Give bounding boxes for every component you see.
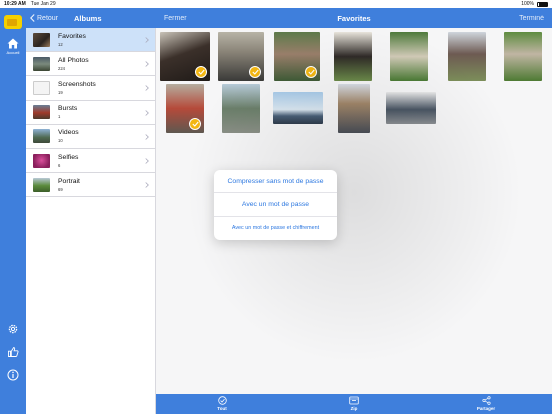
album-name: All Photos <box>58 56 89 64</box>
albums-header: Retour Albums <box>26 8 156 28</box>
compress-with-password-encryption-option[interactable]: Avec un mot de passe et chiffrement <box>214 217 337 240</box>
album-thumbnail <box>33 56 50 71</box>
share-icon <box>481 396 491 405</box>
chevron-right-icon <box>145 61 149 67</box>
album-name: Videos <box>58 129 79 137</box>
selected-check-icon <box>189 118 201 130</box>
album-count: 6 <box>58 162 61 168</box>
album-name: Selfies <box>58 153 79 161</box>
status-battery-percent: 100% <box>521 1 534 7</box>
thumbs-up-icon <box>8 347 19 357</box>
app-logo-icon <box>4 15 22 29</box>
back-button[interactable]: Retour <box>30 14 58 22</box>
status-time: 10:29 AM <box>4 1 26 7</box>
home-icon <box>7 38 19 49</box>
info-icon <box>7 369 19 381</box>
album-count: 224 <box>58 65 65 71</box>
compress-with-password-option[interactable]: Avec un mot de passe <box>214 193 337 217</box>
album-row-favorites[interactable]: Favorites 12 <box>26 28 155 53</box>
album-thumbnail <box>33 129 50 144</box>
back-label: Retour <box>37 14 59 22</box>
select-all-label: Tout <box>217 406 227 411</box>
chevron-right-icon <box>145 158 149 164</box>
chevron-right-icon <box>145 133 149 140</box>
zip-options-popover: Compresser sans mot de passe Avec un mot… <box>214 170 337 240</box>
album-row-all-photos[interactable]: All Photos 224 <box>26 52 155 77</box>
selected-check-icon <box>305 66 317 78</box>
chevron-left-icon <box>30 14 35 22</box>
album-row-screenshots[interactable]: Screenshots 19 <box>26 76 155 101</box>
album-thumbnail <box>33 153 50 168</box>
rail-home-label: Accueil <box>6 50 20 55</box>
zip-label: Zip <box>350 406 358 411</box>
status-date: Tue Jan 29 <box>30 1 56 7</box>
photo-thumbnail[interactable] <box>338 84 370 133</box>
chevron-right-icon <box>145 109 149 116</box>
archive-icon <box>349 396 359 405</box>
like-button[interactable] <box>6 345 20 359</box>
chevron-right-icon <box>145 182 149 188</box>
close-button[interactable]: Fermer <box>164 15 187 22</box>
settings-button[interactable] <box>6 322 20 336</box>
bottom-toolbar: Tout Zip Partager <box>156 394 552 414</box>
album-list: Favorites 12 All Photos 224 Screenshots … <box>26 28 156 414</box>
album-thumbnail <box>33 105 50 120</box>
gear-icon <box>8 324 18 334</box>
share-label: Partager <box>476 406 496 411</box>
photo-thumbnail[interactable] <box>334 32 372 81</box>
album-thumbnail <box>33 80 50 95</box>
album-thumbnail <box>33 32 50 47</box>
album-name: Favorites <box>58 32 86 40</box>
select-all-button[interactable]: Tout <box>202 396 242 411</box>
album-count: 10 <box>58 138 63 144</box>
share-button[interactable]: Partager <box>466 396 506 411</box>
status-bar: 10:29 AM Tue Jan 29 100% <box>0 0 552 8</box>
rail-home-button[interactable]: Accueil <box>0 38 26 66</box>
photo-thumbnail[interactable] <box>274 32 320 81</box>
album-row-selfies[interactable]: Selfies 6 <box>26 148 155 174</box>
check-circle-icon <box>217 396 227 405</box>
album-thumbnail <box>33 177 50 192</box>
photo-thumbnail[interactable] <box>218 32 264 81</box>
selected-check-icon <box>249 66 261 78</box>
photo-thumbnail[interactable] <box>222 84 260 133</box>
album-count: 69 <box>58 186 63 192</box>
chevron-right-icon <box>145 37 149 43</box>
photo-thumbnail[interactable] <box>386 92 436 124</box>
compress-no-password-option[interactable]: Compresser sans mot de passe <box>214 170 337 194</box>
album-row-videos[interactable]: Videos 10 <box>26 124 155 149</box>
photo-thumbnail[interactable] <box>448 32 486 81</box>
album-name: Screenshots <box>58 80 96 88</box>
info-button[interactable] <box>6 368 20 382</box>
photo-thumbnail[interactable] <box>390 32 428 81</box>
photos-header: Fermer Favorites Terminé <box>156 8 552 28</box>
chevron-right-icon <box>145 85 149 92</box>
photo-thumbnail[interactable] <box>273 92 323 124</box>
battery-icon <box>537 1 548 7</box>
album-count: 19 <box>58 89 63 95</box>
album-row-bursts[interactable]: Bursts 1 <box>26 100 155 125</box>
albums-title: Albums <box>74 13 102 23</box>
zip-button[interactable]: Zip <box>334 396 374 411</box>
photo-thumbnail[interactable] <box>166 84 204 133</box>
album-row-portrait[interactable]: Portrait 69 <box>26 173 155 198</box>
album-count: 1 <box>58 114 61 120</box>
page-title: Favorites <box>337 13 371 23</box>
left-rail: Accueil <box>0 8 26 414</box>
photo-thumbnail[interactable] <box>160 32 210 81</box>
album-count: 12 <box>58 41 63 47</box>
photo-thumbnail[interactable] <box>504 32 542 81</box>
album-name: Portrait <box>58 177 80 185</box>
album-name: Bursts <box>58 105 78 113</box>
done-button[interactable]: Terminé <box>519 15 544 22</box>
selected-check-icon <box>195 66 207 78</box>
